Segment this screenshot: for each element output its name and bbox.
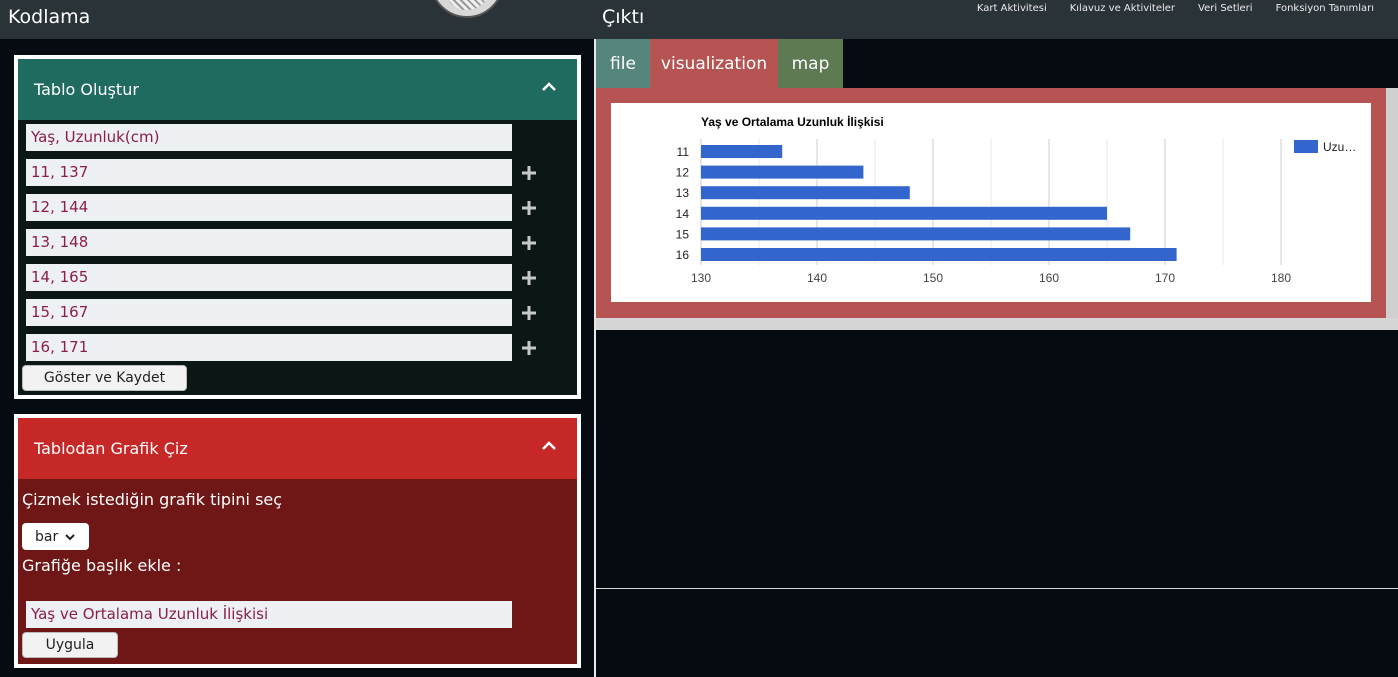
table-header-input[interactable]: Yaş, Uzunluk(cm)	[26, 124, 512, 151]
bar	[701, 165, 864, 179]
y-tick-label: 11	[677, 145, 690, 159]
top-bar: Kodlama Çıktı Kart Aktivitesi Kılavuz ve…	[0, 0, 1398, 39]
apply-button[interactable]: Uygula	[22, 632, 118, 658]
nav-datasets[interactable]: Veri Setleri	[1198, 3, 1253, 14]
table-panel-title: Tablo Oluştur	[34, 80, 139, 99]
chart-title: Yaş ve Ortalama Uzunluk İlişkisi	[701, 114, 884, 129]
y-tick-label: 14	[676, 207, 690, 221]
plus-icon[interactable]	[520, 234, 538, 252]
x-tick-label: 140	[807, 271, 827, 285]
graph-panel-title: Tablodan Grafik Çiz	[34, 439, 188, 458]
bar	[701, 186, 910, 200]
chart-title-input[interactable]: Yaş ve Ortalama Uzunluk İlişkisi	[26, 601, 512, 628]
y-tick-label: 13	[676, 186, 690, 200]
chart-type-select[interactable]: bar	[22, 523, 89, 550]
plus-icon[interactable]	[520, 304, 538, 322]
bar	[701, 248, 1177, 261]
plus-icon[interactable]	[520, 339, 538, 357]
table-row-input[interactable]: 14, 165	[26, 264, 512, 291]
nav-guide-activities[interactable]: Kılavuz ve Aktiviteler	[1070, 3, 1175, 14]
table-panel-header[interactable]: Tablo Oluştur	[18, 59, 577, 120]
x-tick-label: 130	[691, 271, 711, 285]
bar-chart: Yaş ve Ortalama Uzunluk İlişkisi 11 12 13 14…	[676, 114, 1357, 285]
tab-map[interactable]: map	[778, 39, 843, 88]
coding-title: Kodlama	[8, 6, 91, 28]
bar	[701, 227, 1131, 241]
table-row-input[interactable]: 11, 137	[26, 159, 512, 186]
vertical-scrollbar[interactable]	[1386, 88, 1398, 318]
plus-icon[interactable]	[520, 269, 538, 287]
chart-title-label: Grafiğe başlık ekle :	[22, 556, 182, 575]
plus-icon[interactable]	[520, 199, 538, 217]
graph-panel-header[interactable]: Tablodan Grafik Çiz	[18, 418, 577, 479]
tab-visualization[interactable]: visualization	[650, 39, 778, 88]
y-tick-label: 16	[676, 248, 690, 262]
table-row-input[interactable]: 15, 167	[26, 299, 512, 326]
chart-type-label: Çizmek istediğin grafik tipini seç	[22, 490, 283, 509]
chart-card: Yaş ve Ortalama Uzunluk İlişkisi 11 12 13 14…	[611, 103, 1371, 302]
chevron-down-icon	[65, 533, 75, 540]
tab-file[interactable]: file	[596, 39, 650, 88]
bar	[701, 206, 1107, 220]
chart-type-value: bar	[35, 528, 59, 545]
show-save-button[interactable]: Göster ve Kaydet	[22, 365, 187, 391]
y-tick-label: 12	[676, 166, 690, 180]
x-tick-label: 180	[1271, 271, 1291, 285]
table-panel: Tablo Oluştur Yaş, Uzunluk(cm) 11, 137 1…	[14, 55, 581, 399]
bar	[701, 145, 783, 158]
output-title: Çıktı	[602, 6, 645, 28]
graph-panel: Tablodan Grafik Çiz Çizmek istediğin gra…	[14, 414, 581, 668]
x-tick-label: 150	[923, 271, 943, 285]
chevron-up-icon[interactable]	[539, 436, 559, 456]
table-row-input[interactable]: 12, 144	[26, 194, 512, 221]
logo	[430, 0, 504, 18]
x-tick-label: 160	[1039, 271, 1059, 285]
table-row-input[interactable]: 16, 171	[26, 334, 512, 361]
x-tick-label: 170	[1155, 271, 1175, 285]
plus-icon[interactable]	[520, 164, 538, 182]
legend-swatch	[1294, 140, 1318, 153]
nav-function-definitions[interactable]: Fonksiyon Tanımları	[1276, 3, 1374, 14]
table-row-input[interactable]: 13, 148	[26, 229, 512, 256]
nav-card-activity[interactable]: Kart Aktivitesi	[977, 3, 1047, 14]
output-separator	[596, 588, 1398, 589]
legend-label: Uzu…	[1323, 140, 1356, 154]
chevron-up-icon[interactable]	[539, 77, 559, 97]
horizontal-scrollbar[interactable]	[596, 318, 1398, 330]
y-tick-label: 15	[676, 227, 690, 241]
top-nav: Kart Aktivitesi Kılavuz ve Aktiviteler V…	[977, 3, 1374, 14]
